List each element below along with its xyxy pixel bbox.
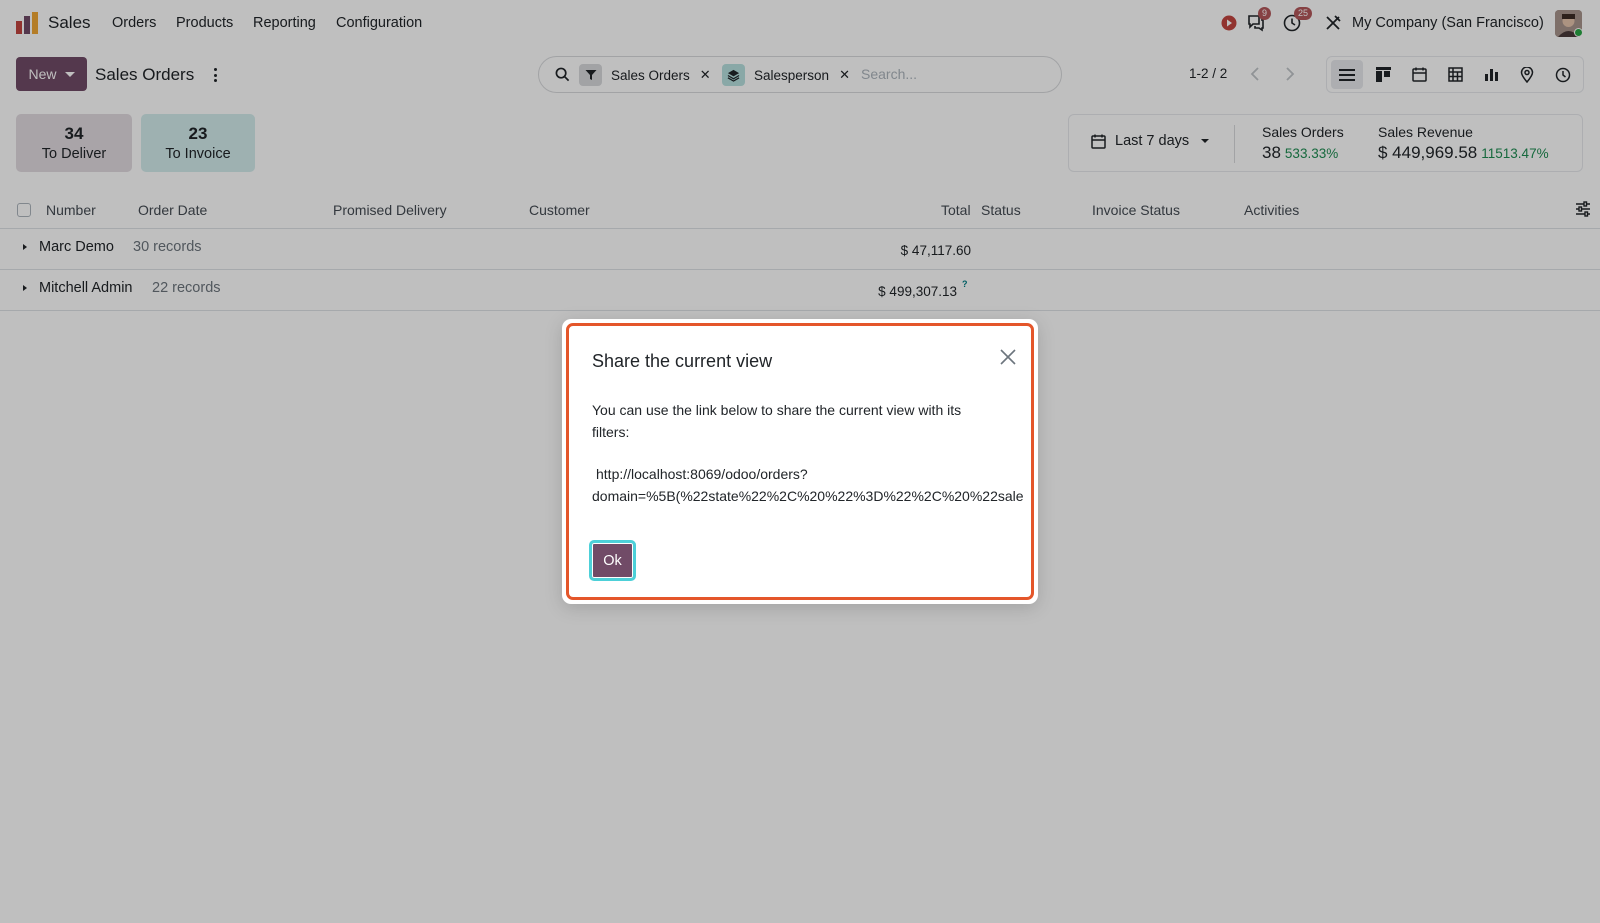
dialog-body: Share the current view You can use the l… [566,323,1034,600]
share-link[interactable]: http://localhost:8069/odoo/orders? domai… [592,464,1024,507]
share-link-line: http://localhost:8069/odoo/orders? [596,466,808,482]
share-view-dialog: Share the current view You can use the l… [562,319,1038,604]
close-icon[interactable] [997,346,1019,368]
dialog-description: You can use the link below to share the … [592,402,962,440]
dialog-title: Share the current view [592,351,773,371]
ok-button[interactable]: Ok [589,540,636,581]
share-link-line: domain=%5B(%22state%22%2C%20%22%3D%22%2C… [592,487,1024,504]
